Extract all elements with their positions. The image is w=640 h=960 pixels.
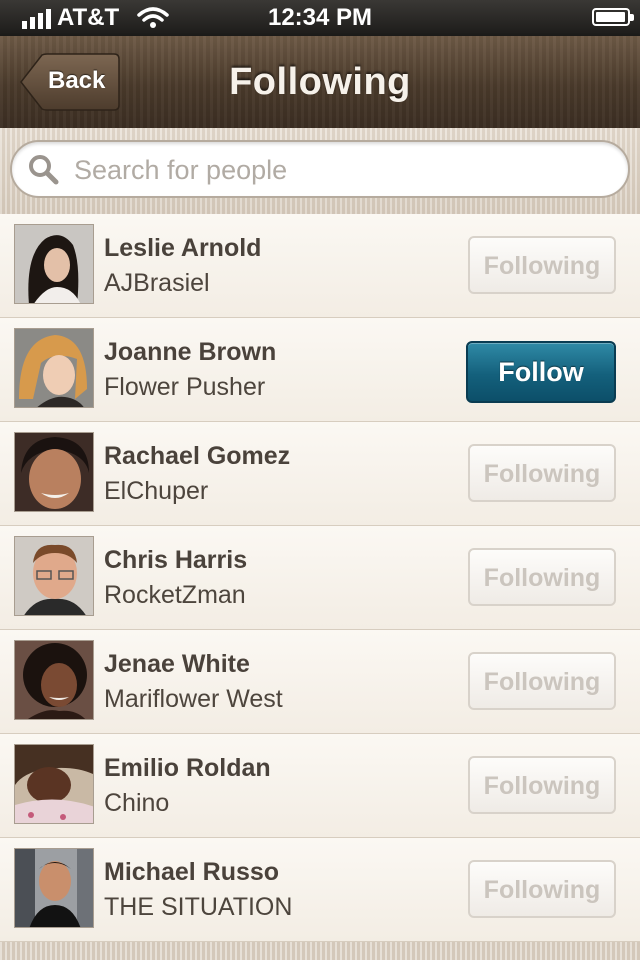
list-item[interactable]: Joanne Brown Flower Pusher Follow <box>0 318 640 422</box>
page-title: Following <box>229 61 411 103</box>
list-footer <box>0 942 640 960</box>
avatar <box>14 536 94 616</box>
person-name: Emilio Roldan <box>104 754 271 782</box>
following-button[interactable]: Following <box>468 652 616 710</box>
status-bar: AT&T 12:34 PM <box>0 0 640 36</box>
people-list: Leslie Arnold AJBrasiel Following Joanne… <box>0 214 640 942</box>
navigation-bar: Back Following <box>0 36 640 130</box>
battery-icon <box>592 8 634 26</box>
avatar <box>14 848 94 928</box>
following-button[interactable]: Following <box>468 236 616 294</box>
search-input[interactable] <box>72 148 616 192</box>
avatar <box>14 640 94 720</box>
following-button[interactable]: Following <box>468 756 616 814</box>
person-name: Jenae White <box>104 650 250 678</box>
avatar <box>14 744 94 824</box>
list-item[interactable]: Michael Russo THE SITUATION Following <box>0 838 640 942</box>
person-username: RocketZman <box>104 581 246 609</box>
search-field-container[interactable] <box>10 140 630 198</box>
person-name: Chris Harris <box>104 546 248 574</box>
list-item[interactable]: Rachael Gomez ElChuper Following <box>0 422 640 526</box>
list-item[interactable]: Leslie Arnold AJBrasiel Following <box>0 214 640 318</box>
avatar <box>14 224 94 304</box>
person-name: Leslie Arnold <box>104 234 262 262</box>
person-username: Mariflower West <box>104 685 283 713</box>
person-name: Michael Russo <box>104 858 280 886</box>
follow-button[interactable]: Follow <box>466 341 616 403</box>
list-item[interactable]: Jenae White Mariflower West Following <box>0 630 640 734</box>
following-button[interactable]: Following <box>468 548 616 606</box>
avatar <box>14 432 94 512</box>
person-username: Flower Pusher <box>104 373 266 401</box>
person-username: THE SITUATION <box>104 893 293 921</box>
person-username: ElChuper <box>104 477 209 505</box>
person-name: Joanne Brown <box>104 338 277 366</box>
list-item[interactable]: Emilio Roldan Chino Following <box>0 734 640 838</box>
avatar <box>14 328 94 408</box>
search-bar <box>0 128 640 215</box>
person-name: Rachael Gomez <box>104 442 291 470</box>
person-username: Chino <box>104 789 170 817</box>
search-icon <box>29 155 59 185</box>
following-button[interactable]: Following <box>468 444 616 502</box>
person-username: AJBrasiel <box>104 269 210 297</box>
status-time: 12:34 PM <box>267 4 373 31</box>
following-button[interactable]: Following <box>468 860 616 918</box>
list-item[interactable]: Chris Harris RocketZman Following <box>0 526 640 630</box>
